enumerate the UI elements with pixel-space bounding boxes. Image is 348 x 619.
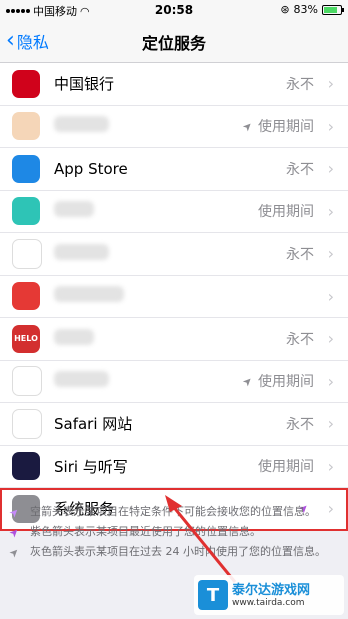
watermark-name: 泰尔达游戏网 [232,582,311,598]
watermark: T 泰尔达游戏网 www.tairda.com [194,575,344,615]
watermark-logo-icon: T [198,580,228,610]
annotation-arrow [165,495,237,583]
watermark-url: www.tairda.com [232,597,305,608]
